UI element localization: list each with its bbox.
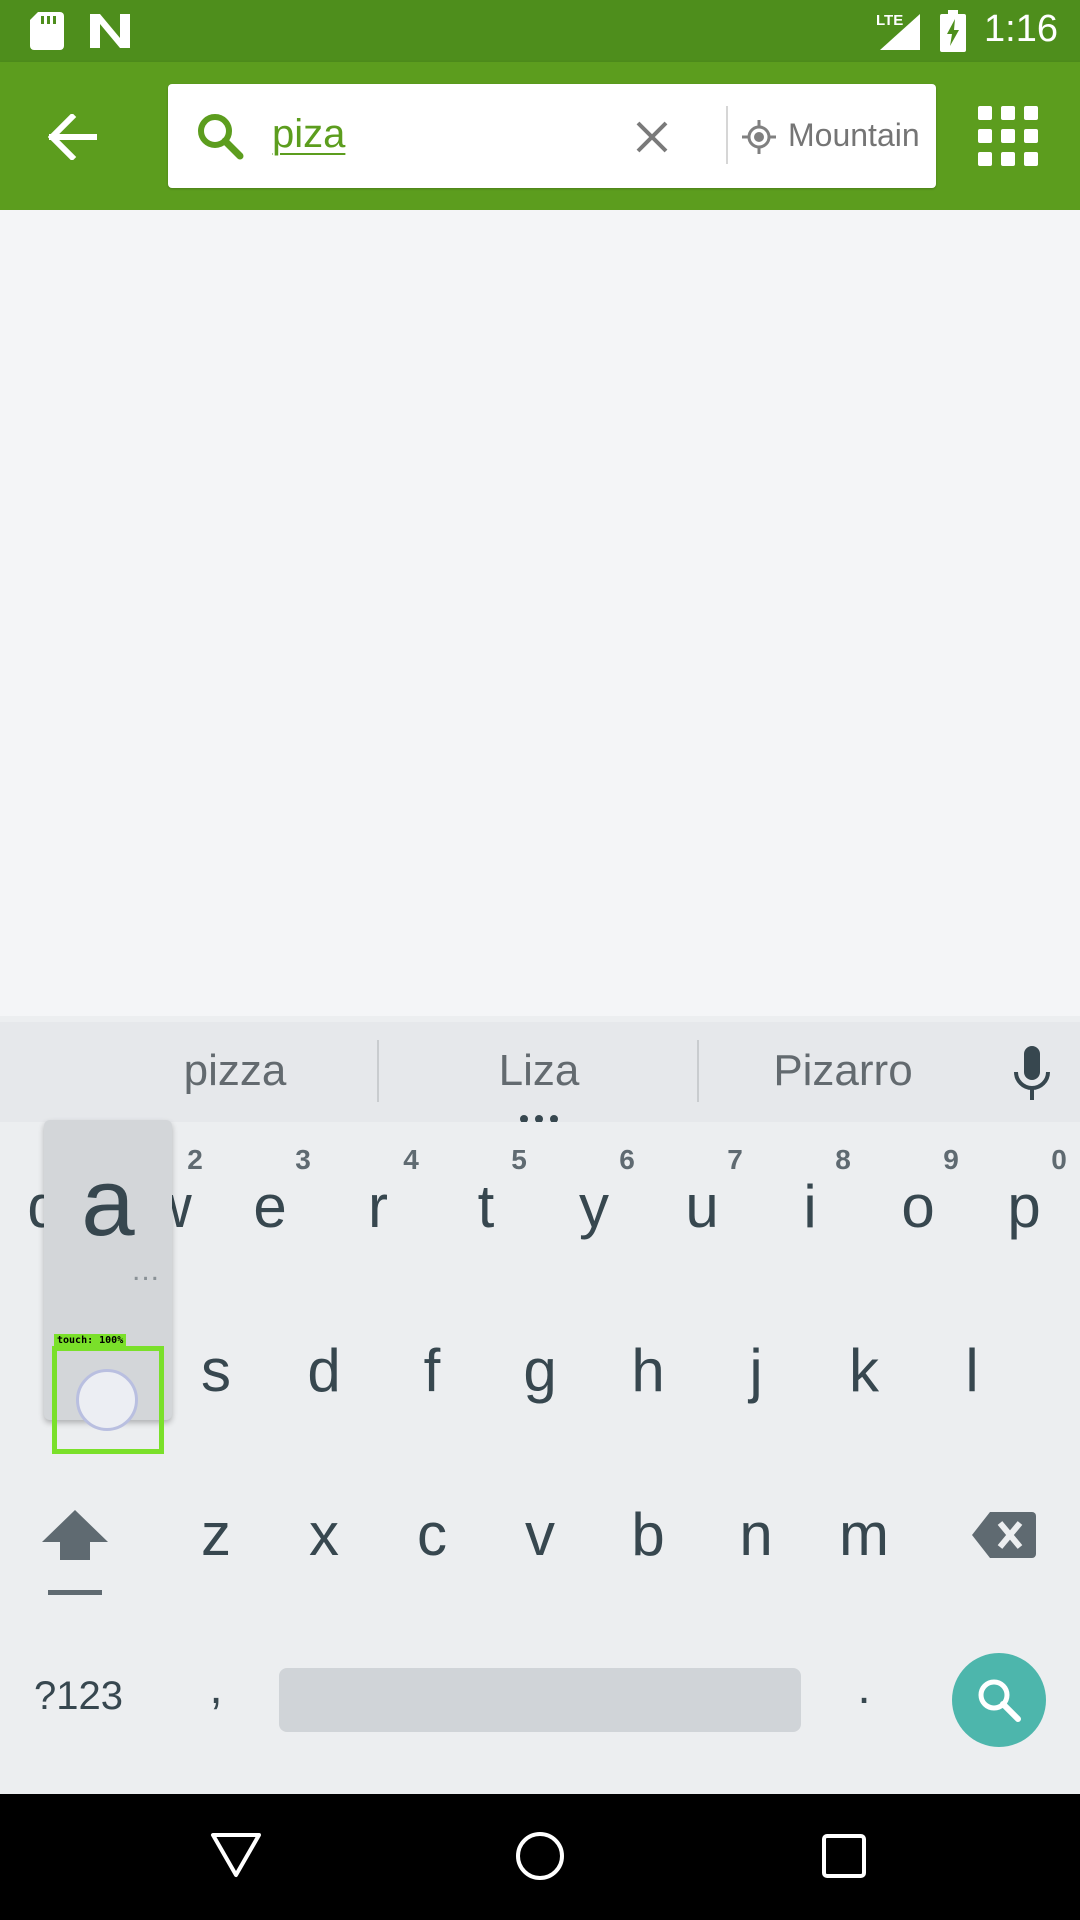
touch-point <box>76 1369 138 1431</box>
key-f[interactable]: f <box>392 1336 472 1405</box>
key-s[interactable]: s <box>176 1336 256 1405</box>
location-field[interactable]: Mountain <box>788 117 922 154</box>
key-b[interactable]: b <box>608 1500 688 1569</box>
suggestion-liza[interactable]: Liza <box>444 1046 634 1096</box>
suggestion-pizza[interactable]: pizza <box>140 1046 330 1096</box>
search-action-key[interactable] <box>952 1653 1046 1747</box>
symbols-key[interactable]: ?123 <box>34 1674 123 1719</box>
suggestion-pizarro[interactable]: Pizarro <box>748 1046 938 1096</box>
key-t[interactable]: t <box>446 1172 526 1241</box>
battery-charging-icon <box>940 10 966 52</box>
key-n[interactable]: n <box>716 1500 796 1569</box>
search-divider <box>726 106 728 164</box>
apps-grid-icon[interactable] <box>976 104 1040 168</box>
sd-card-icon <box>30 12 64 50</box>
key-c[interactable]: c <box>392 1500 472 1569</box>
key-v[interactable]: v <box>500 1500 580 1569</box>
key-h[interactable]: h <box>608 1336 688 1405</box>
key-o[interactable]: o <box>878 1172 958 1241</box>
key-y[interactable]: y <box>554 1172 634 1241</box>
key-m[interactable]: m <box>824 1500 904 1569</box>
search-icon <box>198 114 244 160</box>
touch-indicator-label: touch: 100% <box>54 1334 127 1347</box>
backspace-icon[interactable] <box>972 1512 1036 1558</box>
key-z[interactable]: z <box>176 1500 256 1569</box>
clear-icon[interactable] <box>636 121 668 153</box>
suggestion-divider <box>697 1040 699 1102</box>
clock: 1:16 <box>984 8 1058 50</box>
suggestion-divider <box>377 1040 379 1102</box>
key-d[interactable]: d <box>284 1336 364 1405</box>
key-r[interactable]: r <box>338 1172 418 1241</box>
key-preview-letter: a <box>81 1149 135 1256</box>
search-input[interactable]: piza <box>272 112 345 157</box>
search-icon <box>978 1679 1021 1722</box>
key-g[interactable]: g <box>500 1336 580 1405</box>
key-e[interactable]: e <box>230 1172 310 1241</box>
microphone-icon[interactable] <box>1012 1046 1052 1102</box>
key-u[interactable]: u <box>662 1172 742 1241</box>
comma-key[interactable]: , <box>176 1660 256 1715</box>
shift-icon[interactable] <box>42 1510 108 1596</box>
results-area <box>0 210 1080 1016</box>
key-k[interactable]: k <box>824 1336 904 1405</box>
status-bar: LTE 1:16 <box>0 0 1080 62</box>
key-x[interactable]: x <box>284 1500 364 1569</box>
back-nav-icon[interactable] <box>210 1832 262 1878</box>
key-l[interactable]: l <box>932 1336 1012 1405</box>
key-p[interactable]: p <box>984 1172 1064 1241</box>
key-j[interactable]: j <box>716 1336 796 1405</box>
recents-nav-icon[interactable] <box>822 1834 866 1878</box>
period-key[interactable]: . <box>824 1660 904 1715</box>
cell-signal-icon <box>880 14 920 50</box>
key-preview-more: ... <box>132 1254 161 1287</box>
space-bar[interactable] <box>279 1668 801 1732</box>
home-nav-icon[interactable] <box>514 1830 566 1882</box>
notification-n-icon <box>90 14 130 48</box>
key-i[interactable]: i <box>770 1172 850 1241</box>
location-target-icon[interactable] <box>742 120 776 154</box>
more-suggestions-icon <box>520 1110 558 1123</box>
back-arrow-icon[interactable] <box>48 114 98 160</box>
